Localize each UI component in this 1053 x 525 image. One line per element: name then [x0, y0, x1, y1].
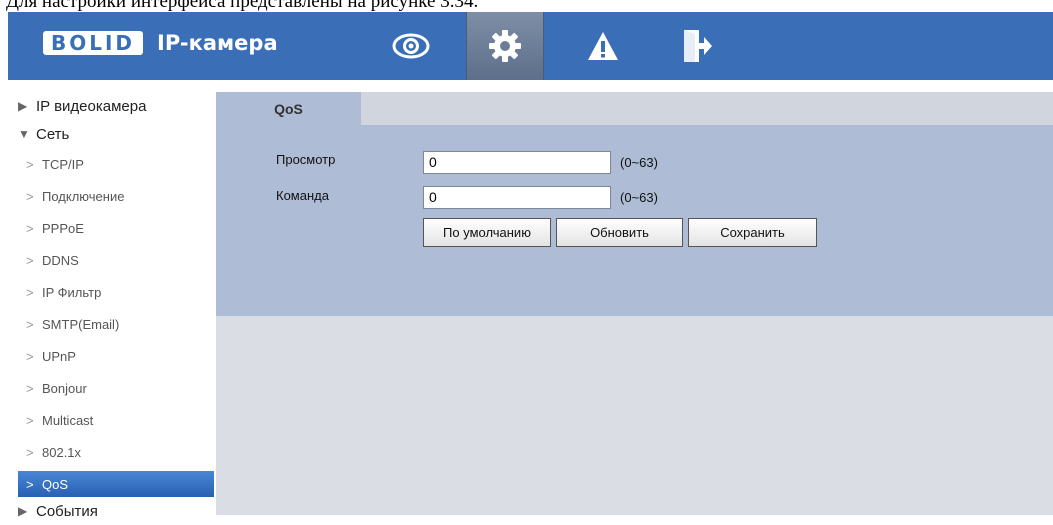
- sidebar-item-connection[interactable]: > Подключение: [8, 180, 214, 212]
- preview-label: Просмотр: [276, 152, 336, 167]
- sidebar-item-8021x[interactable]: >802.1x: [8, 436, 214, 468]
- document-caption: Для настройки интерфейса представлены на…: [0, 0, 1053, 12]
- bolid-logo: BOLID: [43, 31, 144, 55]
- preview-priority-input[interactable]: 0: [423, 151, 611, 174]
- default-button[interactable]: По умолчанию: [423, 218, 551, 247]
- gear-icon: [489, 30, 521, 62]
- preview-range-hint: (0~63): [620, 155, 658, 170]
- triangle-right-icon: ▶: [18, 504, 28, 518]
- refresh-button[interactable]: Обновить: [556, 218, 683, 247]
- tab-bar: QoS: [216, 92, 1053, 125]
- command-label: Команда: [276, 188, 329, 203]
- chevron-right-icon: >: [26, 476, 34, 492]
- save-button[interactable]: Сохранить: [688, 218, 817, 247]
- sidebar: ▶ IP видеокамера ▼ Сеть > TCP/IP > Подключ…: [8, 92, 214, 520]
- brand: BOLID IP-камера: [43, 26, 278, 60]
- chevron-right-icon: >: [26, 316, 34, 332]
- sidebar-item-ip-filter[interactable]: > IP Фильтр: [8, 276, 214, 308]
- sidebar-item-smtp[interactable]: > SMTP(Email): [8, 308, 214, 340]
- chevron-right-icon: >: [26, 348, 34, 364]
- sidebar-item-pppoe[interactable]: > PPPoE: [8, 212, 214, 244]
- sidebar-item-ddns[interactable]: > DDNS: [8, 244, 214, 276]
- nav-alarm-button[interactable]: [564, 12, 642, 80]
- triangle-right-icon: ▶: [18, 99, 28, 113]
- sidebar-group-events[interactable]: ▶ События: [8, 497, 214, 525]
- main-content: QoS Просмотр 0 (0~63) Команда 0 (0~63) П…: [216, 92, 1053, 515]
- eye-icon: [392, 33, 430, 59]
- triangle-down-icon: ▼: [18, 127, 30, 141]
- nav-preview-button[interactable]: [372, 12, 450, 80]
- chevron-right-icon: >: [26, 220, 34, 236]
- chevron-right-icon: >: [26, 252, 34, 268]
- sidebar-group-network[interactable]: ▼ Сеть: [8, 120, 214, 148]
- sidebar-item-upnp[interactable]: > UPnP: [8, 340, 214, 372]
- sidebar-item-qos[interactable]: > QoS: [18, 471, 214, 497]
- sidebar-group-ip-camera[interactable]: ▶ IP видеокамера: [8, 92, 214, 120]
- chevron-right-icon: >: [26, 188, 34, 204]
- app-title: IP-камера: [157, 31, 278, 55]
- nav-settings-button[interactable]: [466, 12, 544, 80]
- chevron-right-icon: >: [26, 156, 34, 172]
- top-bar: BOLID IP-камера: [8, 12, 1053, 80]
- chevron-right-icon: >: [26, 412, 34, 428]
- warning-icon: [588, 32, 618, 60]
- chevron-right-icon: >: [26, 380, 34, 396]
- sidebar-item-tcpip[interactable]: > TCP/IP: [8, 148, 214, 180]
- chevron-right-icon: >: [26, 444, 34, 460]
- sidebar-item-multicast[interactable]: > Multicast: [8, 404, 214, 436]
- tab-qos[interactable]: QoS: [216, 92, 361, 125]
- logout-icon: [684, 30, 712, 62]
- chevron-right-icon: >: [26, 284, 34, 300]
- nav-logout-button[interactable]: [658, 12, 736, 80]
- qos-panel: Просмотр 0 (0~63) Команда 0 (0~63) По ум…: [216, 125, 1053, 316]
- sidebar-item-bonjour[interactable]: > Bonjour: [8, 372, 214, 404]
- command-range-hint: (0~63): [620, 190, 658, 205]
- command-priority-input[interactable]: 0: [423, 186, 611, 209]
